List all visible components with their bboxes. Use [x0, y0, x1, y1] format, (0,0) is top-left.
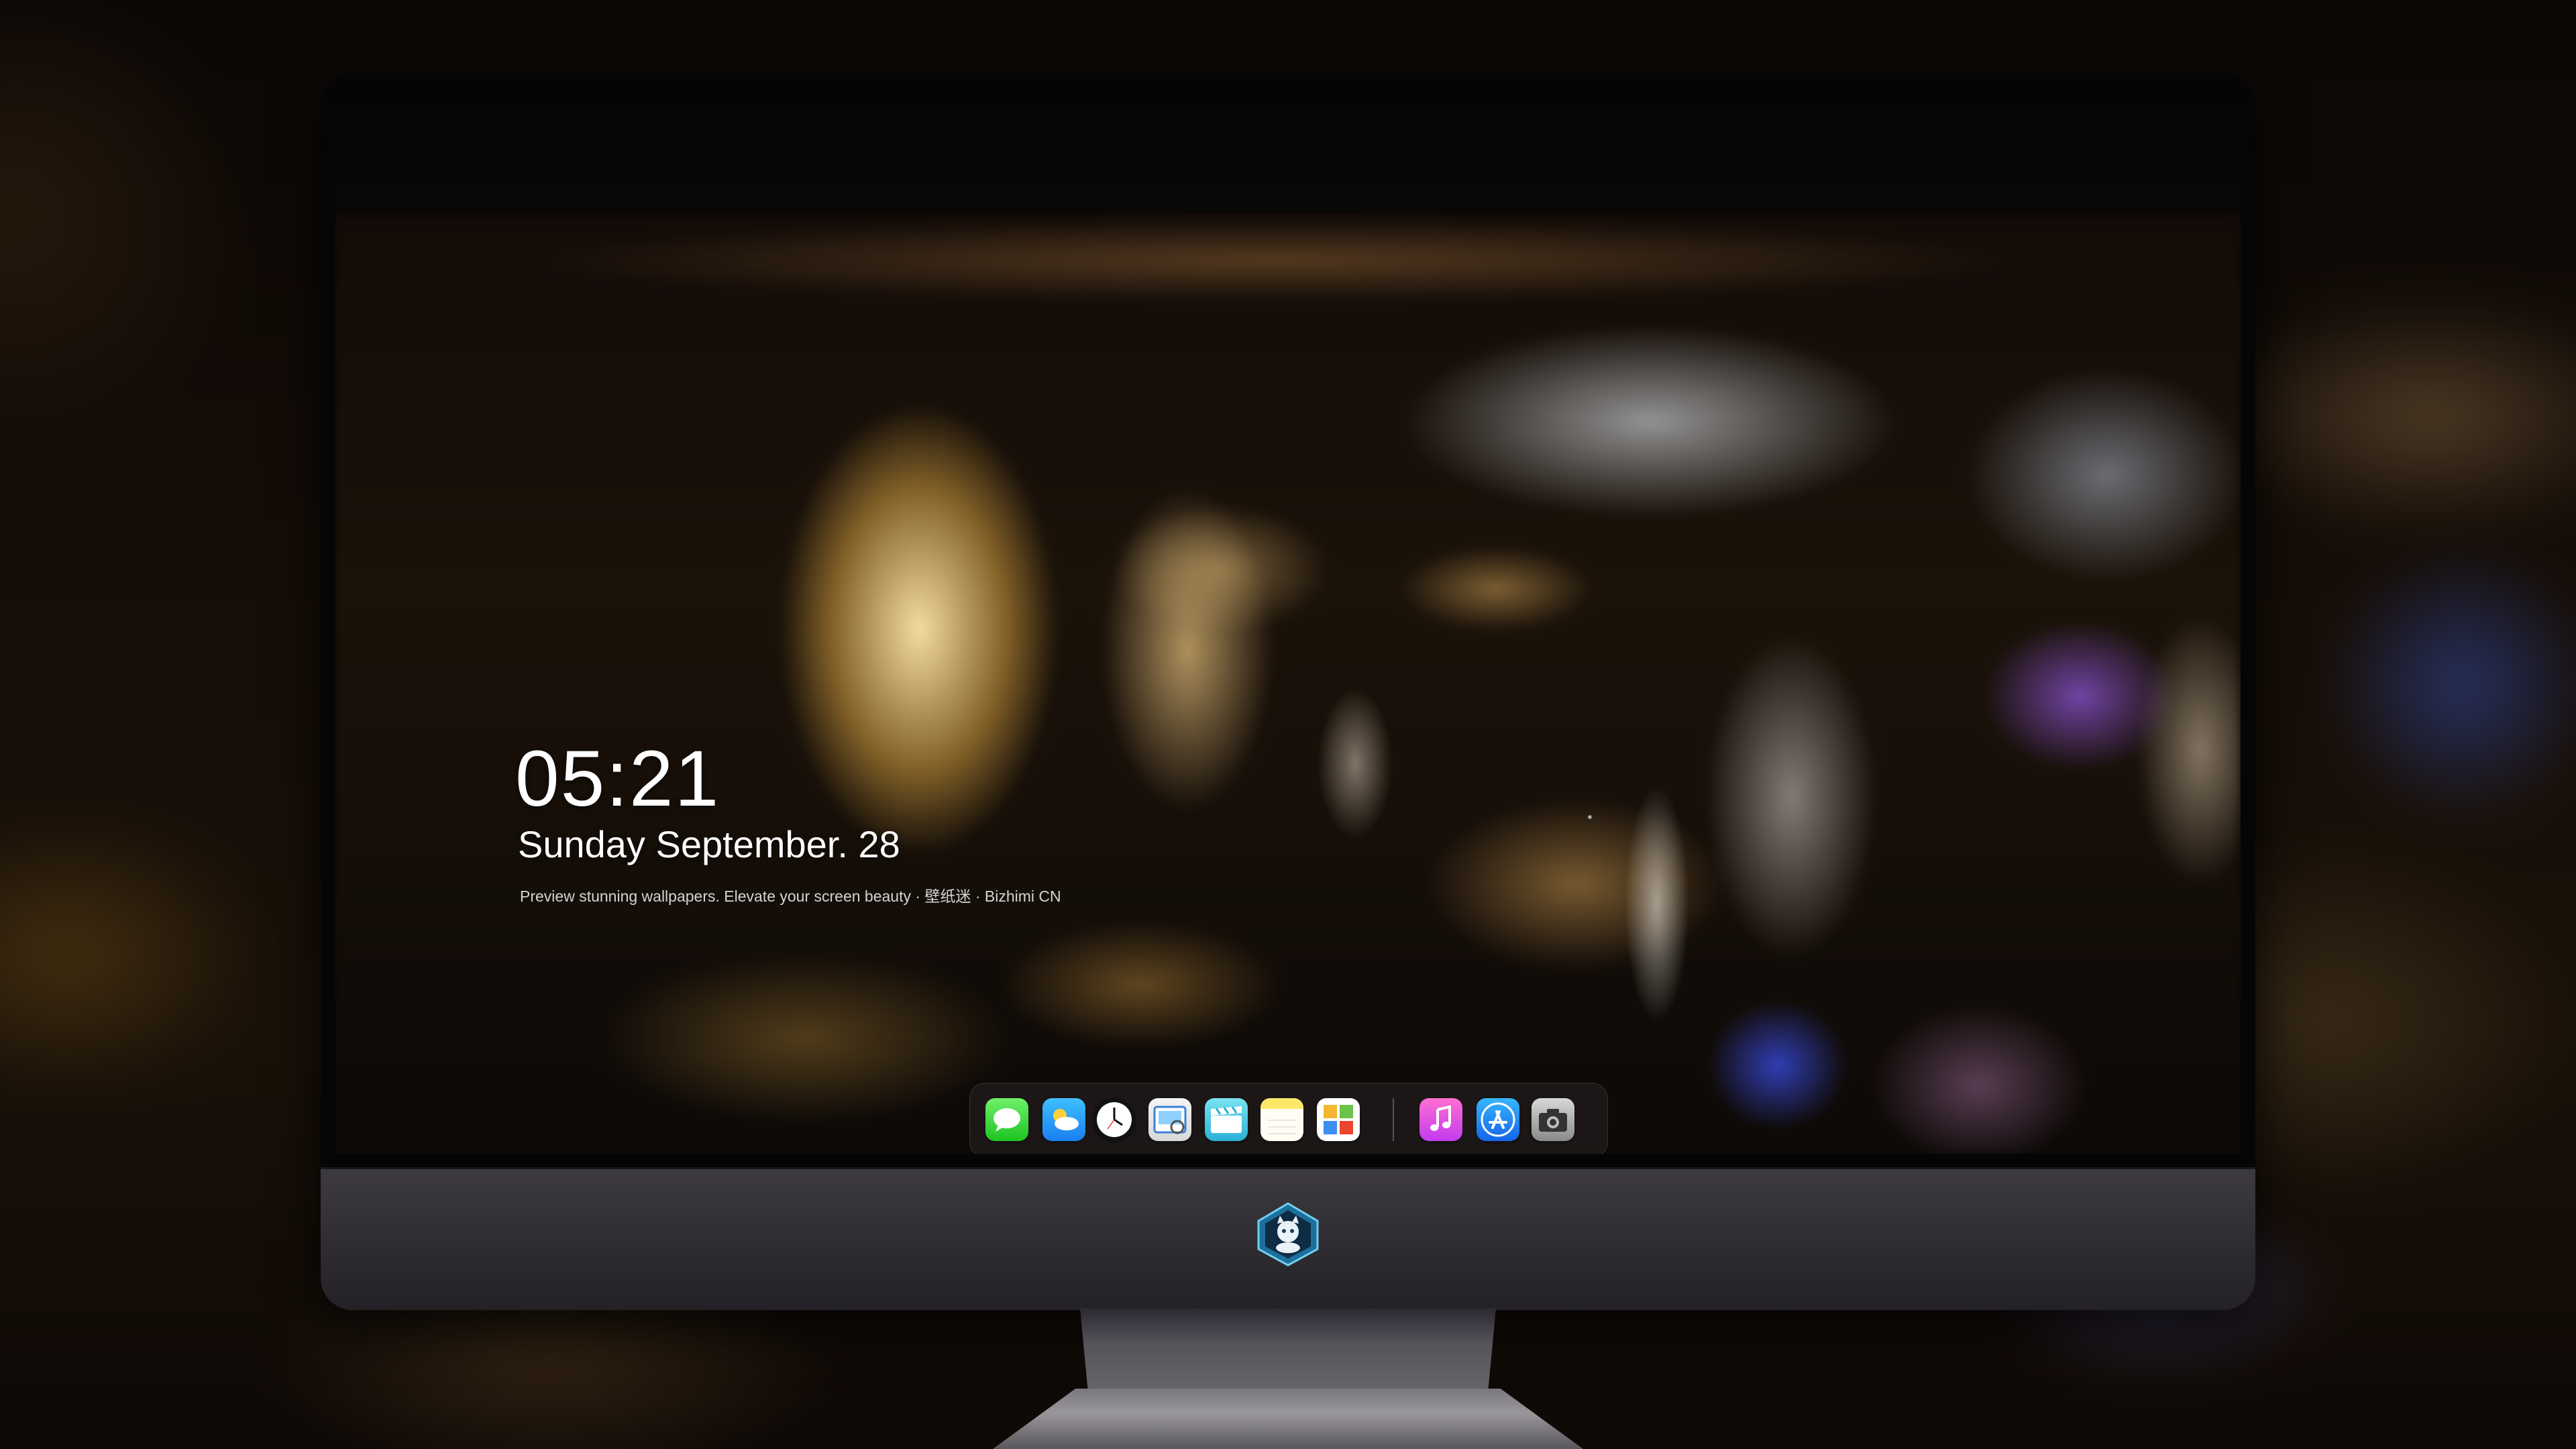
brand-logo-icon: [1254, 1201, 1322, 1268]
wallpaper-caption: Preview stunning wallpapers. Elevate you…: [520, 888, 1061, 905]
camera-icon[interactable]: [1532, 1098, 1574, 1141]
screen-top-dark-area: [335, 87, 2241, 221]
monitor-stand-neck: [1080, 1308, 1496, 1395]
notes-icon[interactable]: [1260, 1098, 1303, 1141]
lockscreen-date: Sunday September. 28: [518, 823, 900, 865]
preview-icon[interactable]: [1148, 1098, 1191, 1141]
dock-separator: [1393, 1098, 1394, 1141]
app-store-icon[interactable]: [1477, 1098, 1519, 1141]
lockscreen-time: 05:21: [515, 735, 720, 823]
scene: 05:21 Sunday September. 28 Preview stunn…: [0, 0, 2576, 1449]
clips-icon[interactable]: [1205, 1098, 1248, 1141]
weather-icon[interactable]: [1042, 1098, 1085, 1141]
dock: [969, 1083, 1608, 1154]
clock-icon[interactable]: [1093, 1098, 1136, 1141]
messages-icon[interactable]: [985, 1098, 1028, 1141]
photos-icon[interactable]: [1317, 1098, 1360, 1141]
monitor-screen: 05:21 Sunday September. 28 Preview stunn…: [335, 213, 2241, 1154]
music-icon[interactable]: [1419, 1098, 1462, 1141]
wallpaper-highlights: [335, 213, 2241, 1154]
monitor-stand-base: [993, 1389, 1583, 1449]
